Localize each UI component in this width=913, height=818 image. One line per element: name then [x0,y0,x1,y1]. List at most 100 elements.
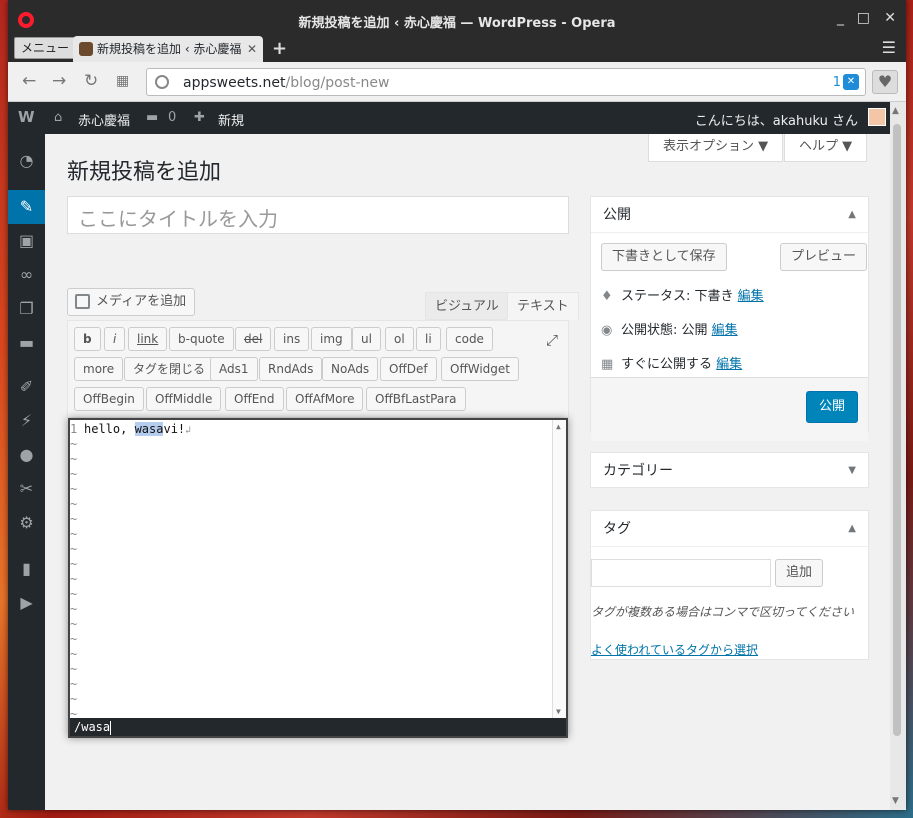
browser-tab[interactable]: 新規投稿を追加 ‹ 赤心慶福 ✕ [73,36,263,62]
add-tag-button[interactable]: 追加 [775,559,824,587]
page-scrollbar[interactable]: ▲ ▼ [890,102,906,810]
publish-header[interactable]: 公開 ▲ [591,197,868,233]
screen-options-button[interactable]: 表示オプション ▼ [648,134,784,162]
quicktag-offbflastpara[interactable]: OffBfLastPara [366,387,466,411]
quicktag-ol[interactable]: ol [385,327,414,351]
quicktag-link[interactable]: link [128,327,168,351]
settings-icon[interactable]: ⚙ [8,506,45,540]
dashboard-icon[interactable]: ◔ [8,144,45,178]
line-gutter: 1 ~ ~ ~ ~ ~ ~ ~ ~ ~ ~ ~ ~ ~ ~ ~ ~ ~ ~ ~ [70,422,82,722]
tab-visual[interactable]: ビジュアル [425,292,509,320]
comment-count[interactable]: 0 [168,110,176,125]
tag-hint: タグが複数ある場合はコンマで区切ってください [591,605,855,619]
quicktag-rndads[interactable]: RndAds [259,357,323,381]
play-icon[interactable]: ▶ [8,586,45,620]
site-favicon-icon [79,42,93,56]
save-draft-button[interactable]: 下書きとして保存 [601,243,727,271]
edit-visibility-link[interactable]: 編集 [712,323,738,338]
quicktag-img[interactable]: img [311,327,352,351]
preview-button[interactable]: プレビュー [780,243,868,271]
url-field[interactable]: appsweets.net/blog/post-new 1 ✕ [146,68,866,96]
quicktag-offafmore[interactable]: OffAfMore [286,387,364,411]
quicktag-ads1[interactable]: Ads1 [210,357,258,381]
comment-icon[interactable]: ▬ [146,110,158,125]
scroll-up-icon[interactable]: ▲ [556,422,561,431]
tab-menu-icon[interactable]: ☰ [882,38,896,57]
quicktag-ins[interactable]: ins [274,327,310,351]
posts-icon[interactable]: ✎ [8,190,45,224]
links-icon[interactable]: ∞ [8,258,45,292]
quicktag-offdef[interactable]: OffDef [380,357,437,381]
media-icon[interactable]: ▣ [8,224,45,258]
quicktag-noads[interactable]: NoAds [322,357,379,381]
tools-icon[interactable]: ✂ [8,472,45,506]
quicktag-li[interactable]: li [416,327,441,351]
category-header[interactable]: カテゴリー ▼ [591,453,868,489]
collapse-up-icon[interactable]: ▲ [848,197,856,233]
maximize-button[interactable]: □ [857,10,870,26]
quicktag-code[interactable]: code [446,327,493,351]
quicktag-b[interactable]: b [74,327,101,351]
scroll-down-icon[interactable]: ▼ [556,707,561,716]
avatar[interactable] [868,108,886,126]
collapse-up-icon[interactable]: ▲ [848,511,856,547]
wasavi-editor[interactable]: 1 ~ ~ ~ ~ ~ ~ ~ ~ ~ ~ ~ ~ ~ ~ ~ ~ ~ ~ ~ hello, wa… [68,418,568,738]
plugins-icon[interactable]: ⚡ [8,404,45,438]
tab-text[interactable]: テキスト [507,292,579,320]
plus-icon[interactable]: ✚ [194,110,205,125]
minimize-button[interactable]: _ [837,10,844,26]
publish-button[interactable]: 公開 [806,391,858,423]
edit-schedule-link[interactable]: 編集 [716,357,742,372]
quicktag-offbegin[interactable]: OffBegin [74,387,144,411]
collapse-down-icon[interactable]: ▼ [848,453,856,489]
popular-tags-link[interactable]: よく使われているタグから選択 [591,641,758,658]
quicktag-offwidget[interactable]: OffWidget [441,357,519,381]
bookmark-heart-icon[interactable]: ♥ [872,70,898,94]
new-tab-button[interactable]: + [272,38,287,59]
users-icon[interactable]: ● [8,438,45,472]
appearance-icon[interactable]: ✐ [8,370,45,404]
tags-header[interactable]: タグ ▲ [591,511,868,547]
editor-scrollbar[interactable]: ▲ ▼ [552,420,566,718]
tag-input[interactable] [591,559,771,587]
quicktag-b-quote[interactable]: b-quote [169,327,234,351]
close-window-button[interactable]: ✕ [884,10,896,26]
pages-icon[interactable]: ❐ [8,292,45,326]
add-media-button[interactable]: メディアを追加 [67,288,196,316]
tags-box: タグ ▲ 追加 タグが複数ある場合はコンマで区切ってください よく使われているタグ… [590,510,869,660]
fullscreen-icon[interactable]: ⤢ [546,331,558,349]
new-content-link[interactable]: 新規 [218,110,244,129]
comments-icon[interactable]: ▬ [8,326,45,360]
quicktag-more[interactable]: more [74,357,124,381]
tab-close-icon[interactable]: ✕ [247,36,257,62]
quicktag-offend[interactable]: OffEnd [225,387,284,411]
opera-menu-button[interactable]: メニュー [14,37,77,59]
edit-status-link[interactable]: 編集 [738,289,764,304]
wordpress-logo-icon[interactable]: W [18,108,35,126]
speed-dial-icon[interactable]: ▦ [116,73,129,89]
post-title-input[interactable]: ここにタイトルを入力 [67,196,569,234]
eol-marker: ↲ [185,425,192,436]
window-title: 新規投稿を追加 ‹ 赤心慶福 — WordPress - Opera [298,16,616,31]
site-name-link[interactable]: 赤心慶福 [78,110,130,129]
quicktag-close-tags[interactable]: タグを閉じる [124,357,215,381]
help-button[interactable]: ヘルプ ▼ [784,134,868,162]
scroll-up-icon[interactable]: ▲ [892,106,899,116]
user-greeting[interactable]: こんにちは、akahuku さん [695,110,858,129]
back-icon[interactable]: ← [22,71,36,91]
add-media-label: メディアを追加 [96,294,187,309]
browser-window: 新規投稿を追加 ‹ 赤心慶福 — WordPress - Opera _ □ ✕… [8,0,906,810]
editor-line: hello, wasavi!↲ [84,422,192,436]
quicktag-i[interactable]: i [104,327,126,351]
stats-icon[interactable]: ▮ [8,552,45,586]
home-icon[interactable]: ⌂ [54,110,62,125]
shield-icon[interactable]: ✕ [843,74,859,90]
command-line[interactable]: /wasa [70,718,566,736]
reload-icon[interactable]: ↻ [84,71,98,91]
quicktag-del[interactable]: del [235,327,272,351]
quicktag-ul[interactable]: ul [352,327,381,351]
scroll-down-icon[interactable]: ▼ [892,796,899,806]
quicktag-offmiddle[interactable]: OffMiddle [146,387,222,411]
scroll-thumb[interactable] [893,124,901,736]
forward-icon[interactable]: → [52,71,66,91]
